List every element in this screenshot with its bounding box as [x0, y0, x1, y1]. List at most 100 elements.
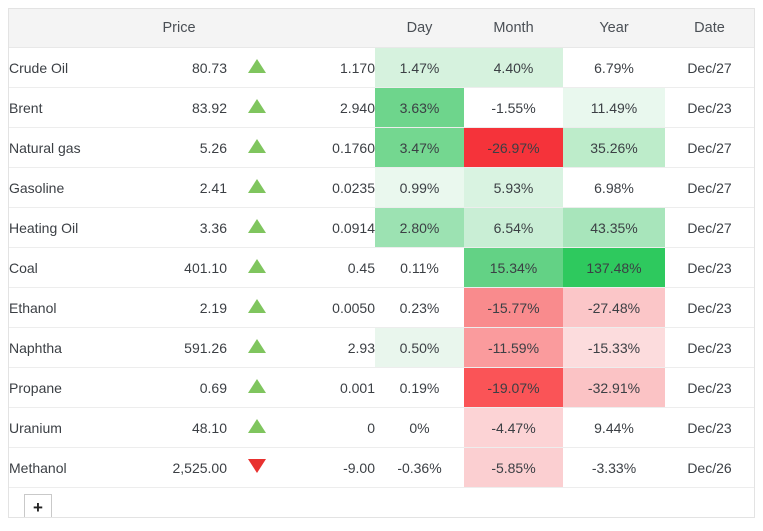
add-row-cell: +: [9, 488, 754, 517]
table-row[interactable]: Propane 0.69 0.001 0.19% -19.07% -32.91% Dec/2…: [9, 367, 754, 408]
commodity-name-cell[interactable]: Brent: [9, 87, 131, 128]
commodity-year-cell: -15.33%: [563, 327, 665, 368]
commodity-date-cell: Dec/27: [665, 127, 754, 168]
arrow-up-icon: [227, 367, 287, 408]
commodity-year-cell: -3.33%: [563, 447, 665, 488]
triangle-down-icon: [248, 459, 266, 473]
commodity-month-cell: 6.54%: [464, 207, 563, 248]
table-body: Crude Oil 80.73 1.170 1.47% 4.40% 6.79% Dec/27…: [9, 47, 754, 517]
commodity-change-cell: 0.0235: [287, 167, 375, 208]
commodity-name-cell[interactable]: Heating Oil: [9, 207, 131, 248]
table-row[interactable]: Naphtha 591.26 2.93 0.50% -11.59% -15.33% Dec/…: [9, 327, 754, 368]
commodity-month-cell: 15.34%: [464, 247, 563, 288]
arrow-up-icon: [227, 207, 287, 248]
commodity-change-cell: 0.0914: [287, 207, 375, 248]
commodity-day-cell: 0.23%: [375, 287, 464, 328]
table-row[interactable]: Heating Oil 3.36 0.0914 2.80% 6.54% 43.35% Dec…: [9, 207, 754, 248]
commodity-name-cell[interactable]: Naphtha: [9, 327, 131, 368]
table-row[interactable]: Coal 401.10 0.45 0.11% 15.34% 137.48% Dec/23: [9, 247, 754, 288]
commodity-day-cell: 0%: [375, 407, 464, 448]
arrow-up-icon: [227, 407, 287, 448]
triangle-up-icon: [248, 259, 266, 273]
commodity-year-cell: 137.48%: [563, 247, 665, 288]
commodity-name-cell[interactable]: Gasoline: [9, 167, 131, 208]
add-instrument-button[interactable]: +: [24, 493, 52, 517]
table-row[interactable]: Uranium 48.10 0 0% -4.47% 9.44% Dec/23: [9, 407, 754, 448]
commodity-month-cell: -15.77%: [464, 287, 563, 328]
arrow-up-icon: [227, 127, 287, 168]
arrow-up-icon: [227, 247, 287, 288]
commodity-day-cell: 0.11%: [375, 247, 464, 288]
column-header-month[interactable]: Month: [464, 9, 563, 48]
commodity-month-cell: 5.93%: [464, 167, 563, 208]
commodity-date-cell: Dec/23: [665, 287, 754, 328]
column-header-year[interactable]: Year: [563, 9, 665, 48]
commodity-name-cell[interactable]: Propane: [9, 367, 131, 408]
add-row: +: [9, 488, 754, 517]
table-header-row: Price Day Month Year Date: [9, 9, 754, 48]
commodity-price-cell: 0.69: [131, 367, 227, 408]
commodity-price-cell: 83.92: [131, 87, 227, 128]
triangle-up-icon: [248, 219, 266, 233]
column-header-name[interactable]: [9, 9, 131, 48]
table-row[interactable]: Natural gas 5.26 0.1760 3.47% -26.97% 35.26% D…: [9, 127, 754, 168]
commodity-name-cell[interactable]: Methanol: [9, 447, 131, 488]
table-row[interactable]: Ethanol 2.19 0.0050 0.23% -15.77% -27.48% Dec/…: [9, 287, 754, 328]
commodity-date-cell: Dec/27: [665, 167, 754, 208]
commodity-name-cell[interactable]: Natural gas: [9, 127, 131, 168]
commodity-change-cell: 2.940: [287, 87, 375, 128]
arrow-up-icon: [227, 167, 287, 208]
commodity-month-cell: -26.97%: [464, 127, 563, 168]
commodity-date-cell: Dec/27: [665, 207, 754, 248]
commodity-date-cell: Dec/27: [665, 47, 754, 88]
commodity-month-cell: -1.55%: [464, 87, 563, 128]
commodity-date-cell: Dec/23: [665, 87, 754, 128]
commodity-month-cell: -4.47%: [464, 407, 563, 448]
commodity-price-cell: 5.26: [131, 127, 227, 168]
column-header-change[interactable]: [287, 9, 375, 48]
arrow-up-icon: [227, 287, 287, 328]
commodity-date-cell: Dec/23: [665, 247, 754, 288]
column-header-date[interactable]: Date: [665, 9, 754, 48]
commodity-day-cell: 0.99%: [375, 167, 464, 208]
commodity-month-cell: -11.59%: [464, 327, 563, 368]
arrow-up-icon: [227, 87, 287, 128]
commodity-year-cell: -32.91%: [563, 367, 665, 408]
triangle-up-icon: [248, 379, 266, 393]
column-header-arrow[interactable]: [227, 9, 287, 48]
commodity-name-cell[interactable]: Ethanol: [9, 287, 131, 328]
table-row[interactable]: Gasoline 2.41 0.0235 0.99% 5.93% 6.98% Dec/27: [9, 167, 754, 208]
commodity-change-cell: 0.0050: [287, 287, 375, 328]
commodity-year-cell: 9.44%: [563, 407, 665, 448]
commodity-name-cell[interactable]: Uranium: [9, 407, 131, 448]
commodity-month-cell: 4.40%: [464, 47, 563, 88]
commodity-year-cell: 6.79%: [563, 47, 665, 88]
commodity-year-cell: 35.26%: [563, 127, 665, 168]
commodity-price-cell: 80.73: [131, 47, 227, 88]
triangle-up-icon: [248, 179, 266, 193]
commodity-name-cell[interactable]: Coal: [9, 247, 131, 288]
commodity-day-cell: 0.50%: [375, 327, 464, 368]
commodity-date-cell: Dec/23: [665, 407, 754, 448]
table-row[interactable]: Crude Oil 80.73 1.170 1.47% 4.40% 6.79% Dec/27: [9, 47, 754, 88]
commodity-change-cell: 2.93: [287, 327, 375, 368]
commodities-table-panel: Price Day Month Year Date Crude Oil 80.73…: [8, 8, 755, 518]
commodity-day-cell: 2.80%: [375, 207, 464, 248]
commodity-change-cell: -9.00: [287, 447, 375, 488]
commodity-name-cell[interactable]: Crude Oil: [9, 47, 131, 88]
commodity-day-cell: -0.36%: [375, 447, 464, 488]
commodity-day-cell: 1.47%: [375, 47, 464, 88]
column-header-price[interactable]: Price: [131, 9, 227, 48]
table-row[interactable]: Brent 83.92 2.940 3.63% -1.55% 11.49% Dec/23: [9, 87, 754, 128]
commodity-date-cell: Dec/23: [665, 327, 754, 368]
arrow-up-icon: [227, 47, 287, 88]
commodity-change-cell: 1.170: [287, 47, 375, 88]
table-row[interactable]: Methanol 2,525.00 -9.00 -0.36% -5.85% -3.33% D…: [9, 447, 754, 488]
commodity-price-cell: 2.19: [131, 287, 227, 328]
column-header-day[interactable]: Day: [375, 9, 464, 48]
commodity-price-cell: 2,525.00: [131, 447, 227, 488]
commodity-month-cell: -5.85%: [464, 447, 563, 488]
commodity-change-cell: 0: [287, 407, 375, 448]
commodity-price-cell: 2.41: [131, 167, 227, 208]
commodity-year-cell: 6.98%: [563, 167, 665, 208]
